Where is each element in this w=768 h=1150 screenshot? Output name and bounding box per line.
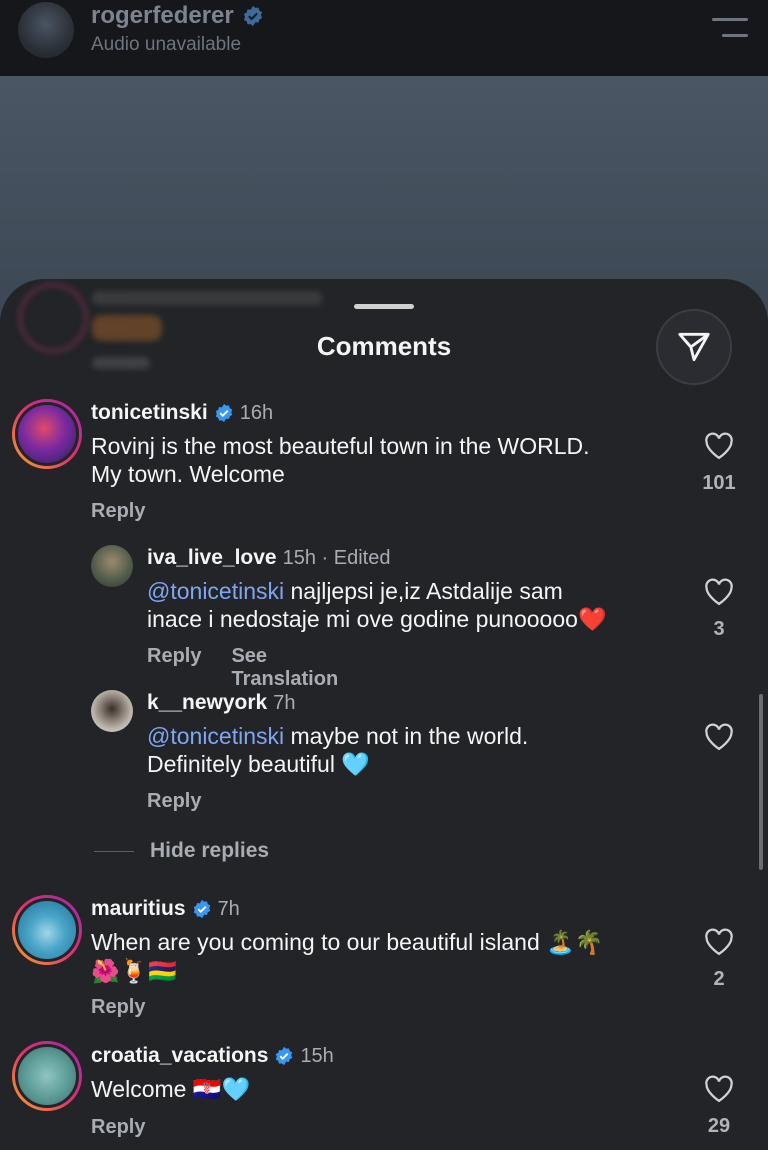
comment-text: @tonicetinski najljepsi je,iz Astdalije … bbox=[147, 578, 607, 633]
video-header: rogerfederer Audio unavailable bbox=[0, 0, 768, 76]
flag-heart-emoji: 🇭🇷🩵 bbox=[192, 1077, 251, 1103]
comment-time: 7h bbox=[273, 691, 296, 714]
like-button[interactable]: 29 bbox=[699, 1075, 739, 1138]
reply-button[interactable]: Reply bbox=[91, 1116, 145, 1139]
verified-icon bbox=[193, 899, 210, 919]
comment-time: 16h bbox=[239, 401, 274, 424]
send-icon bbox=[678, 332, 710, 362]
comment-username[interactable]: tonicetinski 16h bbox=[91, 401, 273, 425]
island-emoji: 🏝️🌴 bbox=[546, 930, 604, 956]
comment-time: 7h bbox=[217, 897, 240, 920]
divider bbox=[94, 850, 134, 852]
verified-icon bbox=[243, 5, 262, 27]
avatar[interactable] bbox=[12, 399, 82, 469]
comment-actions: Reply bbox=[147, 790, 201, 813]
comment-text: Welcome 🇭🇷🩵 bbox=[91, 1076, 251, 1103]
comment-username[interactable]: croatia_vacations 15h bbox=[91, 1044, 334, 1068]
verified-icon bbox=[276, 1046, 293, 1066]
like-button[interactable] bbox=[699, 723, 739, 751]
comment-text: Rovinj is the most beauteful town in the… bbox=[91, 433, 590, 487]
heart-icon bbox=[705, 723, 733, 751]
flower-drink-flag-emoji: 🌺🍹🇲🇺 bbox=[91, 959, 177, 985]
header-username[interactable]: rogerfederer bbox=[91, 2, 264, 30]
header-avatar[interactable] bbox=[18, 2, 74, 58]
header-subtitle: Audio unavailable bbox=[91, 34, 242, 55]
avatar[interactable] bbox=[12, 895, 82, 965]
sheet-drag-handle[interactable] bbox=[354, 304, 414, 309]
heart-icon bbox=[705, 578, 733, 606]
reply-button[interactable]: Reply bbox=[147, 645, 201, 691]
like-count: 2 bbox=[713, 968, 725, 990]
like-count: 3 bbox=[713, 618, 725, 640]
comment-username[interactable]: mauritius 7h bbox=[91, 897, 240, 921]
heart-emoji: ❤️ bbox=[577, 607, 607, 633]
comment-text: @tonicetinski maybe not in the world. De… bbox=[147, 723, 529, 778]
reply-button[interactable]: Reply bbox=[91, 996, 145, 1019]
comment-time: 15h · Edited bbox=[282, 546, 391, 569]
avatar[interactable] bbox=[12, 1041, 82, 1111]
light-blue-heart-emoji: 🩵 bbox=[341, 752, 370, 778]
like-button[interactable]: 101 bbox=[699, 432, 739, 495]
see-translation-button[interactable]: See Translation bbox=[231, 645, 338, 691]
comment-actions: Reply bbox=[91, 1116, 145, 1139]
verified-icon bbox=[215, 403, 232, 423]
avatar[interactable] bbox=[91, 690, 133, 732]
heart-icon bbox=[705, 928, 733, 956]
mention-link[interactable]: @tonicetinski bbox=[147, 723, 284, 749]
heart-icon bbox=[705, 1075, 733, 1103]
scrollbar[interactable] bbox=[759, 694, 763, 870]
comment-actions: Reply bbox=[91, 996, 145, 1019]
like-count: 101 bbox=[702, 472, 736, 494]
comment-actions: Reply bbox=[91, 500, 145, 523]
reply-button[interactable]: Reply bbox=[147, 790, 201, 813]
menu-icon[interactable] bbox=[712, 18, 748, 40]
like-button[interactable]: 2 bbox=[699, 928, 739, 991]
comment-text: When are you coming to our beautiful isl… bbox=[91, 929, 604, 985]
share-button[interactable] bbox=[656, 309, 732, 385]
avatar[interactable] bbox=[91, 545, 133, 587]
comment-actions: Reply See Translation bbox=[147, 645, 338, 691]
reply-button[interactable]: Reply bbox=[91, 500, 145, 523]
comment-username[interactable]: iva_live_love 15h · Edited bbox=[147, 546, 390, 570]
comment-username[interactable]: k__newyork 7h bbox=[147, 691, 296, 715]
sheet-title: Comments bbox=[316, 331, 452, 361]
heart-icon bbox=[705, 432, 733, 460]
like-count: 29 bbox=[707, 1115, 731, 1137]
comments-sheet: Comments tonicetinski 16h Rovinj is the … bbox=[0, 279, 768, 1150]
mention-link[interactable]: @tonicetinski bbox=[147, 578, 284, 604]
like-button[interactable]: 3 bbox=[699, 578, 739, 641]
comment-time: 15h bbox=[300, 1044, 334, 1067]
hide-replies-button[interactable]: Hide replies bbox=[94, 839, 269, 863]
